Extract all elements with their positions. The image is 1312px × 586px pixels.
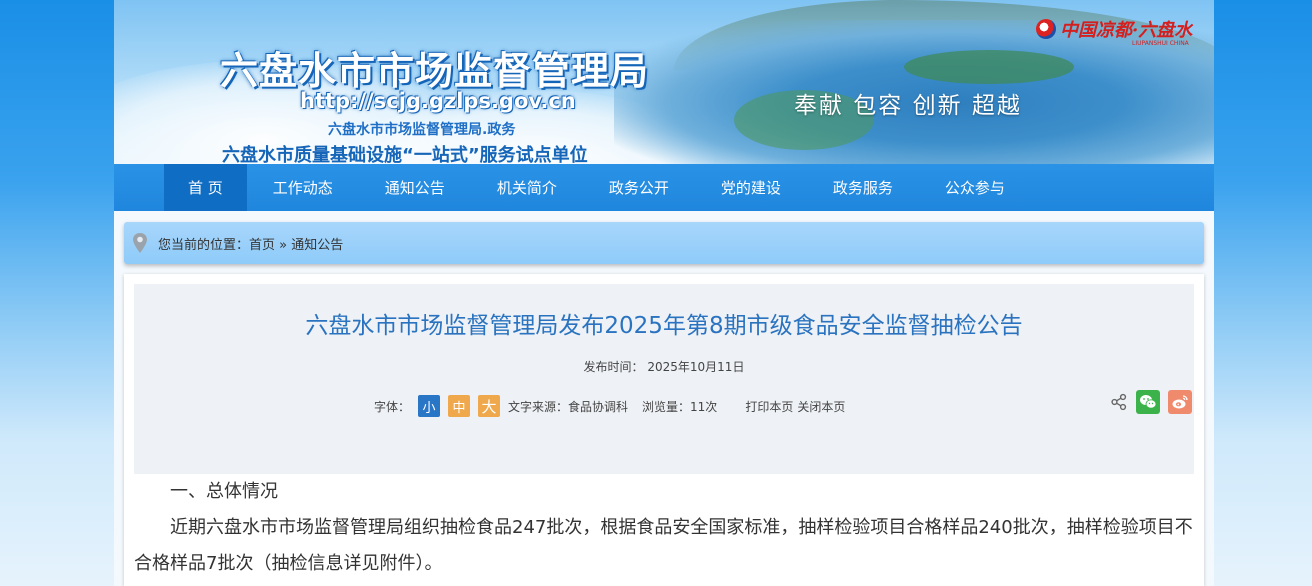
share-icon[interactable]	[1110, 393, 1128, 411]
article-body: 一、总体情况 近期六盘水市市场监督管理局组织抽检食品247批次，根据食品安全国家…	[134, 474, 1194, 582]
nav-item-about[interactable]: 机关简介	[471, 164, 583, 211]
site-banner: 六盘水市市场监督管理局 http://scjg.gzlps.gov.cn 六盘水…	[114, 0, 1214, 164]
article-paragraph: 近期六盘水市市场监督管理局组织抽检食品247批次，根据食品安全国家标准，抽样检验…	[134, 517, 1193, 574]
brand-mark-icon	[1036, 19, 1056, 39]
font-size-label: 字体：	[374, 399, 411, 414]
article-title: 六盘水市市场监督管理局发布2025年第8期市级食品安全监督抽检公告	[305, 313, 1023, 339]
brand-sub: LIUPANSHUI CHINA	[1132, 40, 1189, 47]
font-large-button[interactable]: 大	[478, 395, 501, 417]
breadcrumb: 您当前的位置：首页 » 通知公告	[124, 222, 1204, 264]
view-count: 浏览量：11次	[642, 399, 718, 414]
share-bar	[1110, 390, 1192, 414]
site-motto: 奉献 包容 创新 超越	[794, 93, 1022, 119]
site-gov-label: 六盘水市市场监督管理局.政务	[328, 122, 516, 138]
weibo-share-icon[interactable]	[1168, 390, 1192, 414]
nav-item-work-news[interactable]: 工作动态	[247, 164, 359, 211]
font-small-button[interactable]: 小	[418, 395, 441, 417]
nav-item-services[interactable]: 政务服务	[807, 164, 919, 211]
section-heading: 一、总体情况	[170, 481, 278, 502]
nav-item-party[interactable]: 党的建设	[695, 164, 807, 211]
site-title: 六盘水市市场监督管理局	[220, 49, 650, 93]
brand-text: 中国凉都·六盘水	[1060, 20, 1193, 41]
breadcrumb-current-link[interactable]: 通知公告	[291, 238, 343, 253]
wechat-share-icon[interactable]	[1136, 390, 1160, 414]
brand-logo: 中国凉都·六盘水 LIUPANSHUI CHINA	[1036, 16, 1193, 47]
main-nav: 首 页 工作动态 通知公告 机关简介 政务公开 党的建设 政务服务 公众参与	[114, 164, 1214, 211]
font-medium-button[interactable]: 中	[448, 395, 471, 417]
close-page-link[interactable]: 关闭本页	[797, 398, 845, 415]
breadcrumb-separator: »	[275, 237, 292, 253]
nav-item-notices[interactable]: 通知公告	[359, 164, 471, 211]
article-header: 六盘水市市场监督管理局发布2025年第8期市级食品安全监督抽检公告 发布时间： …	[134, 284, 1194, 474]
site-slogan: 六盘水市质量基础设施“一站式”服务试点单位	[222, 145, 588, 164]
breadcrumb-home-link[interactable]: 首页	[249, 238, 275, 253]
location-pin-icon	[132, 232, 148, 254]
print-page-link[interactable]: 打印本页	[745, 398, 793, 415]
nav-item-gov-affairs[interactable]: 政务公开	[583, 164, 695, 211]
article-source: 文字来源：食品协调科	[508, 399, 629, 414]
breadcrumb-prefix: 您当前的位置：	[158, 237, 250, 253]
site-url: http://scjg.gzlps.gov.cn	[300, 89, 576, 113]
nav-item-public[interactable]: 公众参与	[919, 164, 1031, 211]
article-meta: 字体： 小 中 大 文字来源：食品协调科 浏览量：11次 打印本页 关闭本页	[374, 394, 845, 418]
nav-item-home[interactable]: 首 页	[164, 164, 247, 211]
publish-time: 发布时间： 2025年10月11日	[583, 360, 745, 374]
article-container: 六盘水市市场监督管理局发布2025年第8期市级食品安全监督抽检公告 发布时间： …	[124, 274, 1204, 586]
